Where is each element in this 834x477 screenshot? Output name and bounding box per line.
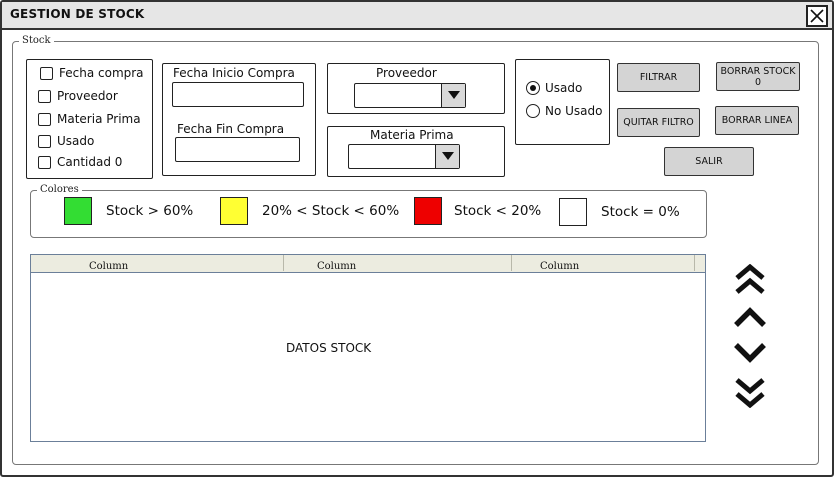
grid-placeholder-text: DATOS STOCK: [286, 341, 372, 355]
fecha-fin-input[interactable]: [175, 137, 300, 162]
color-swatch-white: [559, 198, 587, 226]
color-label-medium: 20% < Stock < 60%: [262, 203, 400, 219]
chevron-down-icon[interactable]: [733, 342, 767, 364]
stock-data-grid[interactable]: Column Column Column DATOS STOCK: [30, 254, 706, 442]
checkbox-box[interactable]: [38, 112, 51, 126]
color-swatch-yellow: [220, 197, 248, 225]
stock-group-legend: Stock: [19, 35, 54, 46]
column-separator: [511, 255, 512, 271]
checkbox-fecha-compra[interactable]: Fecha compra: [40, 64, 144, 82]
checkbox-usado[interactable]: Usado: [38, 132, 94, 150]
dropdown-arrow-icon[interactable]: [441, 84, 465, 107]
color-label-high: Stock > 60%: [106, 203, 194, 219]
checkbox-label: Fecha compra: [59, 66, 144, 80]
checkbox-cantidad-0[interactable]: Cantidad 0: [38, 153, 122, 171]
color-swatch-red: [414, 197, 442, 225]
proveedor-label: Proveedor: [376, 66, 437, 80]
radio-label: Usado: [545, 81, 583, 95]
checkbox-box[interactable]: [38, 134, 51, 148]
double-chevron-down-icon[interactable]: [734, 376, 766, 408]
radio-button[interactable]: [526, 104, 540, 118]
grid-header: [31, 255, 705, 273]
fecha-inicio-label: Fecha Inicio Compra: [173, 66, 295, 80]
salir-button[interactable]: SALIR: [664, 147, 754, 176]
color-swatch-green: [64, 197, 92, 225]
window-title: GESTION DE STOCK: [10, 7, 145, 21]
fecha-inicio-input[interactable]: [172, 82, 304, 107]
checkbox-proveedor[interactable]: Proveedor: [38, 87, 118, 105]
materia-prima-select[interactable]: [348, 144, 460, 169]
close-button[interactable]: [806, 5, 828, 27]
checkbox-box[interactable]: [40, 66, 53, 80]
column-header-3[interactable]: Column: [540, 255, 579, 273]
column-header-2[interactable]: Column: [317, 255, 356, 273]
column-separator: [283, 255, 284, 271]
radio-usado[interactable]: Usado: [526, 79, 582, 97]
quitar-filtro-button[interactable]: QUITAR FILTRO: [617, 108, 700, 137]
double-chevron-up-icon[interactable]: [734, 264, 766, 296]
filtrar-button[interactable]: FILTRAR: [617, 63, 700, 92]
radio-button[interactable]: [526, 81, 540, 95]
radio-label: No Usado: [545, 104, 603, 118]
column-header-1[interactable]: Column: [89, 255, 128, 273]
color-label-zero: Stock = 0%: [601, 204, 680, 220]
colores-group-legend: Colores: [37, 184, 82, 195]
borrar-linea-button[interactable]: BORRAR LINEA: [715, 106, 799, 135]
checkbox-box[interactable]: [38, 155, 51, 169]
checkbox-label: Proveedor: [57, 89, 118, 103]
fecha-fin-label: Fecha Fin Compra: [177, 122, 285, 136]
checkbox-label: Cantidad 0: [57, 155, 123, 169]
materia-prima-label: Materia Prima: [370, 128, 454, 142]
borrar-stock-0-button[interactable]: BORRAR STOCK 0: [716, 62, 800, 91]
proveedor-select[interactable]: [354, 83, 466, 108]
checkbox-box[interactable]: [38, 89, 51, 103]
radio-no-usado[interactable]: No Usado: [526, 102, 602, 120]
checkbox-materia-prima[interactable]: Materia Prima: [38, 110, 141, 128]
checkbox-label: Usado: [57, 134, 95, 148]
close-icon: [810, 9, 824, 23]
dropdown-arrow-icon[interactable]: [435, 145, 459, 168]
chevron-up-icon[interactable]: [733, 306, 767, 328]
checkbox-label: Materia Prima: [57, 112, 141, 126]
column-separator: [694, 255, 695, 271]
color-label-low: Stock < 20%: [454, 203, 542, 219]
